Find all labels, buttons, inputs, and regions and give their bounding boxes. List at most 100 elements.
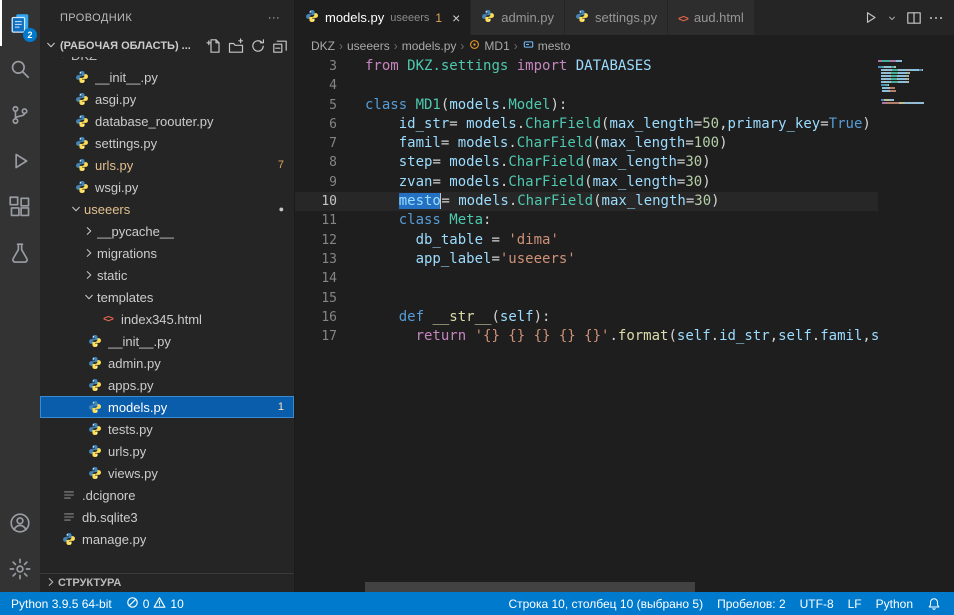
account-icon[interactable]	[0, 500, 40, 546]
code-token: 'dima'	[508, 232, 559, 248]
line-text: step= models.CharField(max_length=30)	[337, 153, 711, 172]
split-editor-icon[interactable]	[904, 8, 924, 28]
tree-file-index345-html[interactable]: <>index345.html	[40, 308, 294, 330]
tab-models-py[interactable]: models.pyuseeers1×	[295, 0, 471, 35]
run-dropdown-icon[interactable]	[882, 8, 902, 28]
code-line-9[interactable]: 9 zvan= models.CharField(max_length=30)	[295, 173, 878, 192]
cursor-position[interactable]: Строка 10, столбец 10 (выбрано 5)	[501, 592, 710, 615]
workspace-section-header[interactable]: (РАБОЧАЯ ОБЛАСТЬ) ...	[40, 35, 294, 57]
tab-label: settings.py	[595, 10, 657, 25]
minimap[interactable]	[878, 56, 942, 592]
indentation[interactable]: Пробелов: 2	[710, 592, 793, 615]
python-icon	[87, 466, 103, 480]
tree-file--dcignore[interactable]: .dcignore	[40, 484, 294, 506]
line-number: 10	[295, 192, 337, 211]
tab-settings-py[interactable]: settings.py	[565, 0, 668, 35]
tree-file-urls-py[interactable]: urls.py	[40, 440, 294, 462]
tree-folder-templates[interactable]: templates	[40, 286, 294, 308]
tree-file-urls-py[interactable]: urls.py7	[40, 154, 294, 176]
tree-item-label: models.py	[108, 400, 167, 415]
tree-file--init-py[interactable]: __init__.py	[40, 66, 294, 88]
settings-gear-icon[interactable]	[0, 546, 40, 592]
tree-file-wsgi-py[interactable]: wsgi.py	[40, 176, 294, 198]
tree-item-label: asgi.py	[95, 92, 136, 107]
notifications-bell[interactable]	[920, 592, 948, 615]
code-line-11[interactable]: 11 class Meta:	[295, 211, 878, 230]
outline-section-header[interactable]: СТРУКТУРА	[40, 573, 294, 592]
tree-file-views-py[interactable]: views.py	[40, 462, 294, 484]
tree-folder-static[interactable]: static	[40, 264, 294, 286]
tree-file-db-sqlite3[interactable]: db.sqlite3	[40, 506, 294, 528]
status-left: Python 3.9.5 64-bit010	[4, 592, 191, 615]
search-icon[interactable]	[0, 46, 40, 92]
code-line-17[interactable]: 17 return '{} {} {} {} {}'.format(self.i…	[295, 327, 878, 346]
code-line-4[interactable]: 4	[295, 76, 878, 95]
close-icon[interactable]: ×	[452, 11, 460, 25]
source-control-icon[interactable]	[0, 92, 40, 138]
more-actions-icon[interactable]: ···	[264, 8, 284, 28]
code-token: max_length	[609, 116, 693, 132]
code-token: (	[584, 154, 592, 170]
breadcrumb-label: useeers	[347, 39, 390, 53]
tree-file-admin-py[interactable]: admin.py	[40, 352, 294, 374]
refresh-icon[interactable]	[248, 36, 268, 56]
eol-indicator[interactable]: LF	[841, 592, 869, 615]
tree-file-tests-py[interactable]: tests.py	[40, 418, 294, 440]
tree-file-manage-py[interactable]: manage.py	[40, 528, 294, 550]
python-version[interactable]: Python 3.9.5 64-bit	[4, 592, 119, 615]
encoding[interactable]: UTF-8	[793, 592, 841, 615]
tree-folder-migrations[interactable]: migrations	[40, 242, 294, 264]
tree-file-apps-py[interactable]: apps.py	[40, 374, 294, 396]
vertical-scrollbar[interactable]	[942, 56, 954, 592]
code-line-7[interactable]: 7 famil= models.CharField(max_length=100…	[295, 134, 878, 153]
breadcrumb-models-py[interactable]: models.py	[402, 39, 457, 53]
python-icon	[74, 158, 90, 172]
code-line-6[interactable]: 6 id_str= models.CharField(max_length=50…	[295, 115, 878, 134]
code-area[interactable]: 3from DKZ.settings import DATABASES45cla…	[295, 56, 878, 592]
run-debug-icon[interactable]	[0, 138, 40, 184]
tree-file-asgi-py[interactable]: asgi.py	[40, 88, 294, 110]
tree-folder--pycache-[interactable]: __pycache__	[40, 220, 294, 242]
code-line-3[interactable]: 3from DKZ.settings import DATABASES	[295, 57, 878, 76]
code-line-15[interactable]: 15	[295, 289, 878, 308]
collapse-all-icon[interactable]	[270, 36, 290, 56]
code-line-14[interactable]: 14	[295, 269, 878, 288]
code-token: =	[432, 154, 449, 170]
new-folder-icon[interactable]	[226, 36, 246, 56]
tree-file-models-py[interactable]: models.py1	[40, 396, 294, 418]
tree-file-database-roouter-py[interactable]: database_roouter.py	[40, 110, 294, 132]
python-icon	[481, 9, 495, 26]
breadcrumb-mesto[interactable]: mesto	[522, 38, 571, 54]
new-file-icon[interactable]	[204, 36, 224, 56]
tree-folder-useeers[interactable]: useeers●	[40, 198, 294, 220]
tree-file--init-py[interactable]: __init__.py	[40, 330, 294, 352]
code-line-8[interactable]: 8 step= models.CharField(max_length=30)	[295, 153, 878, 172]
explorer-files-icon[interactable]: 2	[0, 0, 40, 46]
minimap-line	[878, 60, 942, 62]
breadcrumb-dkz[interactable]: DKZ	[311, 39, 335, 53]
code-line-10[interactable]: 10 mesto= models.CharField(max_length=30…	[295, 192, 878, 211]
tree-folder-dkz[interactable]: DKZ	[40, 57, 294, 66]
tab-bar: models.pyuseeers1× admin.py settings.py <>a…	[295, 0, 954, 35]
extensions-icon[interactable]	[0, 184, 40, 230]
tab-label: admin.py	[501, 10, 554, 25]
problems-indicator[interactable]: 010	[119, 592, 191, 615]
code-line-5[interactable]: 5class MD1(models.Model):	[295, 96, 878, 115]
horizontal-scrollbar[interactable]	[365, 582, 695, 592]
code-line-13[interactable]: 13 app_label='useeers'	[295, 250, 878, 269]
code-token: CharField	[508, 174, 584, 190]
testing-icon[interactable]	[0, 230, 40, 276]
language-mode[interactable]: Python	[869, 592, 920, 615]
tab-aud-html[interactable]: <>aud.html	[668, 0, 755, 35]
code-token	[365, 116, 399, 132]
code-line-16[interactable]: 16 def __str__(self):	[295, 308, 878, 327]
sidebar-explorer: ПРОВОДНИК ··· (РАБОЧАЯ ОБЛАСТЬ) ... DKZ_…	[40, 0, 295, 592]
tab-admin-py[interactable]: admin.py	[471, 0, 565, 35]
tree-file-settings-py[interactable]: settings.py	[40, 132, 294, 154]
more-actions-icon[interactable]	[926, 8, 946, 28]
breadcrumb-md1[interactable]: MD1	[468, 38, 509, 54]
breadcrumb-useeers[interactable]: useeers	[347, 39, 390, 53]
run-icon[interactable]	[860, 8, 880, 28]
code-line-12[interactable]: 12 db_table = 'dima'	[295, 231, 878, 250]
tree-item-label: apps.py	[108, 378, 154, 393]
